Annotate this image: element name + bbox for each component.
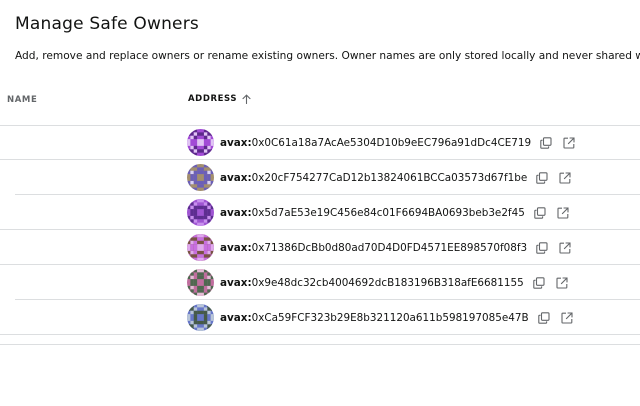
- table-row: avax:0x0C61a18a7AcAe5304D10b9eEC796a91dD…: [0, 125, 640, 160]
- owner-avatar: [187, 199, 214, 226]
- owner-address: avax:0x71386DcBb0d80ad70D4D0FD4571EE8985…: [220, 242, 527, 254]
- external-link-icon[interactable]: [562, 136, 576, 150]
- owner-avatar: [187, 129, 214, 156]
- external-link-icon[interactable]: [556, 206, 570, 220]
- owner-address-cell: avax:0xCa59FCF323b29E8b321120a611b598197…: [187, 304, 574, 331]
- owner-address: avax:0x0C61a18a7AcAe5304D10b9eEC796a91dD…: [220, 137, 531, 149]
- table-row: avax:0x71386DcBb0d80ad70D4D0FD4571EE8985…: [0, 230, 640, 265]
- table-row: avax:0x20cF754277CaD12b13824061BCCa03573…: [15, 160, 640, 195]
- owner-address-cell: avax:0x71386DcBb0d80ad70D4D0FD4571EE8985…: [187, 234, 572, 261]
- owner-address: avax:0xCa59FCF323b29E8b321120a611b598197…: [220, 312, 529, 324]
- external-link-icon[interactable]: [555, 276, 569, 290]
- chain-prefix: avax:: [220, 136, 252, 149]
- copy-icon[interactable]: [535, 241, 549, 255]
- owners-table-body: avax:0x0C61a18a7AcAe5304D10b9eEC796a91dD…: [0, 125, 640, 335]
- table-row: avax:0xCa59FCF323b29E8b321120a611b598197…: [0, 300, 640, 335]
- copy-icon[interactable]: [535, 171, 549, 185]
- copy-icon[interactable]: [533, 206, 547, 220]
- table-row: avax:0x9e48dc32cb4004692dcB183196B318afE…: [15, 265, 640, 300]
- external-link-icon[interactable]: [558, 171, 572, 185]
- chain-prefix: avax:: [220, 171, 252, 184]
- owners-table-header: NAME ADDRESS: [0, 82, 640, 126]
- owner-address: avax:0x20cF754277CaD12b13824061BCCa03573…: [220, 172, 527, 184]
- owner-address-cell: avax:0x9e48dc32cb4004692dcB183196B318afE…: [187, 269, 569, 296]
- owner-avatar: [187, 269, 214, 296]
- column-header-address-label: ADDRESS: [188, 94, 238, 104]
- column-header-name[interactable]: NAME: [7, 95, 37, 105]
- owner-address: avax:0x9e48dc32cb4004692dcB183196B318afE…: [220, 277, 524, 289]
- address-value: 0x5d7aE53e19C456e84c01F6694BA0693beb3e2f…: [251, 206, 525, 219]
- chain-prefix: avax:: [220, 311, 252, 324]
- chain-prefix: avax:: [220, 241, 252, 254]
- page-title: Manage Safe Owners: [15, 14, 199, 34]
- owner-address-cell: avax:0x0C61a18a7AcAe5304D10b9eEC796a91dD…: [187, 129, 576, 156]
- table-row: avax:0x5d7aE53e19C456e84c01F6694BA0693be…: [0, 195, 640, 230]
- external-link-icon[interactable]: [558, 241, 572, 255]
- address-value: 0x20cF754277CaD12b13824061BCCa03573d67f1…: [251, 171, 528, 184]
- owner-avatar: [187, 164, 214, 191]
- owner-avatar: [187, 304, 214, 331]
- address-value: 0x9e48dc32cb4004692dcB183196B318afE66811…: [251, 276, 524, 289]
- manage-safe-owners-page: Manage Safe Owners Add, remove and repla…: [0, 0, 640, 406]
- address-value: 0x0C61a18a7AcAe5304D10b9eEC796a91dDc4CE7…: [251, 136, 532, 149]
- chain-prefix: avax:: [220, 206, 252, 219]
- copy-icon[interactable]: [539, 136, 553, 150]
- arrow-up-icon[interactable]: [242, 94, 251, 104]
- page-description: Add, remove and replace owners or rename…: [15, 50, 640, 62]
- owner-avatar: [187, 234, 214, 261]
- address-value: 0xCa59FCF323b29E8b321120a611b598197085e4…: [251, 311, 529, 324]
- owner-address-cell: avax:0x5d7aE53e19C456e84c01F6694BA0693be…: [187, 199, 570, 226]
- copy-icon[interactable]: [532, 276, 546, 290]
- column-header-address[interactable]: ADDRESS: [188, 94, 251, 104]
- address-value: 0x71386DcBb0d80ad70D4D0FD4571EE898570f08…: [251, 241, 528, 254]
- table-bottom-border: [0, 344, 640, 345]
- copy-icon[interactable]: [537, 311, 551, 325]
- external-link-icon[interactable]: [560, 311, 574, 325]
- chain-prefix: avax:: [220, 276, 252, 289]
- owner-address: avax:0x5d7aE53e19C456e84c01F6694BA0693be…: [220, 207, 525, 219]
- owner-address-cell: avax:0x20cF754277CaD12b13824061BCCa03573…: [187, 164, 572, 191]
